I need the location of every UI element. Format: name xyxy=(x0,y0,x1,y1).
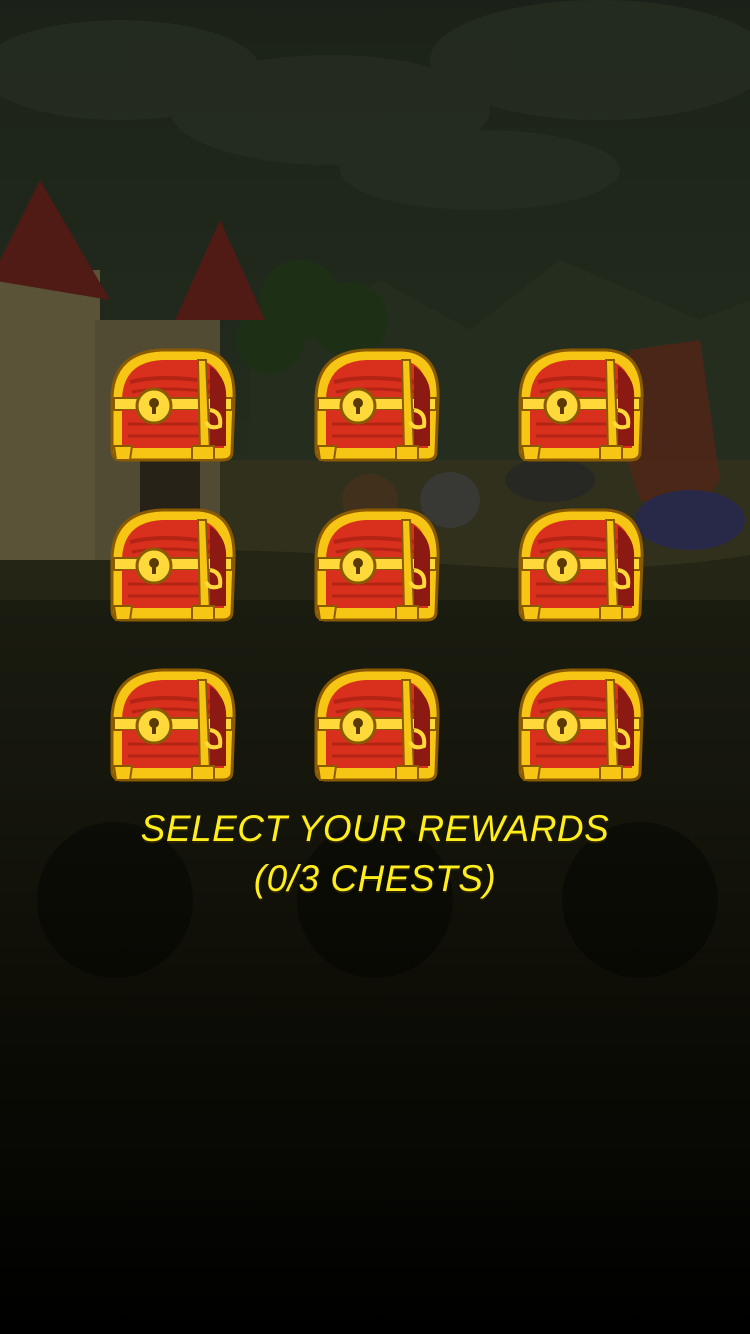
chest-icon xyxy=(306,342,446,466)
chest-icon xyxy=(306,662,446,786)
chest-counter: (0/3 CHESTS) xyxy=(253,858,497,899)
reward-title: SELECT YOUR REWARDS xyxy=(140,808,610,849)
treasure-chest-7[interactable] xyxy=(102,662,242,786)
chest-icon xyxy=(510,342,650,466)
treasure-chest-3[interactable] xyxy=(510,342,650,466)
chest-icon xyxy=(510,502,650,626)
chest-icon xyxy=(102,502,242,626)
treasure-chest-8[interactable] xyxy=(306,662,446,786)
chest-icon xyxy=(102,662,242,786)
chest-icon xyxy=(510,662,650,786)
chest-icon xyxy=(306,502,446,626)
treasure-chest-9[interactable] xyxy=(510,662,650,786)
treasure-chest-5[interactable] xyxy=(306,502,446,626)
chest-icon xyxy=(102,342,242,466)
treasure-chest-2[interactable] xyxy=(306,342,446,466)
treasure-chest-4[interactable] xyxy=(102,502,242,626)
treasure-chest-1[interactable] xyxy=(102,342,242,466)
treasure-chest-6[interactable] xyxy=(510,502,650,626)
